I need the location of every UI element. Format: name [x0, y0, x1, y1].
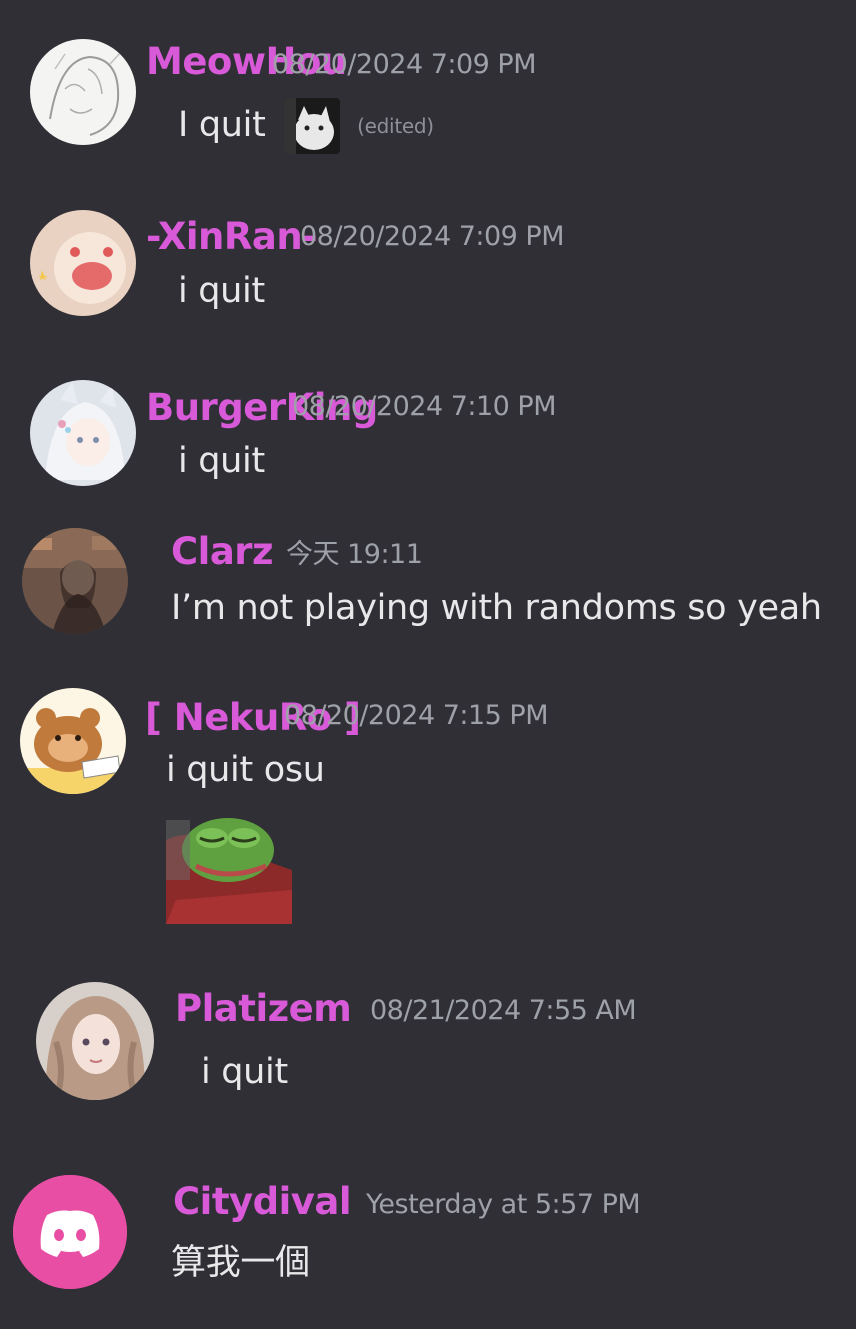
message-text: 算我一個: [171, 1243, 310, 1283]
timestamp: 08/20/2024 7:10 PM: [292, 391, 557, 422]
username[interactable]: Clarz: [171, 530, 274, 574]
message-xinran: -XinRan- 08/20/2024 7:09 PM i quit: [0, 170, 856, 340]
username[interactable]: Platizem: [175, 987, 352, 1031]
message-burgerking: BurgerKing 08/20/2024 7:10 PM i quit: [0, 340, 856, 510]
username[interactable]: Citydival: [173, 1180, 352, 1224]
photo-avatar[interactable]: [22, 528, 128, 634]
message-citydival: Citydival Yesterday at 5:57 PM 算我一個: [0, 1140, 856, 1329]
message-content: I quit: [178, 105, 266, 145]
message-text: I quit (edited): [178, 98, 434, 154]
message-text: i quit osu: [166, 750, 325, 790]
message-clarz: Clarz 今天 19:11 I’m not playing with rand…: [0, 510, 856, 680]
cat-emoji-icon[interactable]: [284, 98, 341, 154]
sketch-girl-avatar[interactable]: [30, 39, 136, 145]
timestamp: 08/20/2024 7:09 PM: [272, 49, 537, 80]
timestamp: 今天 19:11: [286, 539, 423, 570]
message-nekuro: [ NekuRo ] 08/20/2024 7:15 PM i quit osu: [0, 680, 856, 960]
message-text: i quit: [178, 271, 265, 311]
edited-marker: (edited): [357, 114, 434, 138]
username[interactable]: -XinRan-: [146, 215, 318, 259]
message-platizem: Platizem 08/21/2024 7:55 AM i quit: [0, 960, 856, 1140]
bear-reading-avatar[interactable]: [20, 688, 126, 794]
timestamp: Yesterday at 5:57 PM: [366, 1189, 641, 1220]
discord-logo-avatar[interactable]: [13, 1175, 127, 1289]
message-text: i quit: [201, 1052, 288, 1092]
timestamp: 08/21/2024 7:55 AM: [370, 995, 637, 1026]
pepe-sleeping-sticker[interactable]: [166, 810, 292, 924]
pink-creature-avatar[interactable]: [30, 210, 136, 316]
timestamp: 08/20/2024 7:15 PM: [284, 700, 549, 731]
message-meowhou: MeowHou 08/20/2024 7:09 PM I quit (edite…: [0, 0, 856, 170]
anime-girl-avatar[interactable]: [30, 380, 136, 486]
message-text: i quit: [178, 441, 265, 481]
message-text: I’m not playing with randoms so yeah: [171, 588, 822, 628]
anime-portrait-avatar[interactable]: [36, 982, 154, 1100]
timestamp: 08/20/2024 7:09 PM: [300, 221, 565, 252]
